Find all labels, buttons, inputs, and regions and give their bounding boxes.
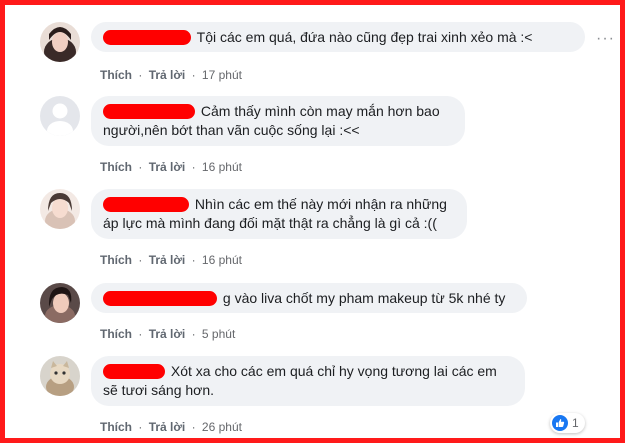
avatar[interactable] bbox=[40, 189, 80, 229]
like-link[interactable]: Thích bbox=[100, 68, 132, 82]
default-avatar-icon bbox=[40, 96, 80, 136]
timestamp[interactable]: 26 phút bbox=[202, 420, 242, 434]
avatar-photo-icon bbox=[40, 283, 80, 323]
like-link[interactable]: Thích bbox=[100, 253, 132, 267]
comment-text: Tội các em quá, đứa nào cũng đẹp trai xi… bbox=[196, 29, 533, 45]
redacted-name bbox=[103, 104, 195, 119]
redacted-name bbox=[103, 291, 217, 306]
comment-bubble: g vào liva chốt my pham makeup từ 5k nhé… bbox=[91, 283, 527, 313]
avatar[interactable] bbox=[40, 356, 80, 396]
comment-bubble: Nhìn các em thế này mới nhận ra những áp… bbox=[91, 189, 467, 239]
reply-link[interactable]: Trả lời bbox=[149, 253, 186, 267]
comment-actions: Thích · Trả lời · 17 phút bbox=[100, 67, 242, 83]
separator: · bbox=[191, 160, 196, 174]
separator: · bbox=[191, 420, 196, 434]
reply-link[interactable]: Trả lời bbox=[149, 327, 186, 341]
separator: · bbox=[138, 68, 143, 82]
reaction-count[interactable]: 1 bbox=[550, 413, 585, 433]
reaction-count-text: 1 bbox=[572, 416, 579, 430]
separator: · bbox=[138, 253, 143, 267]
comment-bubble: Tội các em quá, đứa nào cũng đẹp trai xi… bbox=[91, 22, 585, 52]
timestamp[interactable]: 17 phút bbox=[202, 68, 242, 82]
redacted-name bbox=[103, 197, 189, 212]
comment-bubble: Xót xa cho các em quá chỉ hy vọng tương … bbox=[91, 356, 525, 406]
avatar-photo-icon bbox=[40, 22, 80, 62]
redacted-name bbox=[103, 30, 191, 45]
like-link[interactable]: Thích bbox=[100, 420, 132, 434]
comment-actions: Thích · Trả lời · 26 phút bbox=[100, 419, 242, 435]
comment-bubble: Cảm thấy mình còn may mắn hơn bao người,… bbox=[91, 96, 465, 146]
separator: · bbox=[138, 420, 143, 434]
separator: · bbox=[191, 327, 196, 341]
reply-link[interactable]: Trả lời bbox=[149, 420, 186, 434]
separator: · bbox=[138, 160, 143, 174]
separator: · bbox=[191, 68, 196, 82]
more-options-icon[interactable]: ··· bbox=[596, 30, 615, 48]
timestamp[interactable]: 16 phút bbox=[202, 160, 242, 174]
reply-link[interactable]: Trả lời bbox=[149, 68, 186, 82]
reply-link[interactable]: Trả lời bbox=[149, 160, 186, 174]
comment-actions: Thích · Trả lời · 5 phút bbox=[100, 326, 235, 342]
like-link[interactable]: Thích bbox=[100, 160, 132, 174]
comment-actions: Thích · Trả lời · 16 phút bbox=[100, 159, 242, 175]
redacted-name bbox=[103, 364, 165, 379]
avatar[interactable] bbox=[40, 96, 80, 136]
avatar-photo-icon bbox=[40, 356, 80, 396]
like-link[interactable]: Thích bbox=[100, 327, 132, 341]
like-icon bbox=[552, 415, 568, 431]
timestamp[interactable]: 16 phút bbox=[202, 253, 242, 267]
avatar[interactable] bbox=[40, 283, 80, 323]
comment-thread-frame: Tội các em quá, đứa nào cũng đẹp trai xi… bbox=[0, 0, 625, 443]
separator: · bbox=[191, 253, 196, 267]
separator: · bbox=[138, 327, 143, 341]
timestamp[interactable]: 5 phút bbox=[202, 327, 235, 341]
comment-text: g vào liva chốt my pham makeup từ 5k nhé… bbox=[222, 290, 506, 306]
comment-actions: Thích · Trả lời · 16 phút bbox=[100, 252, 242, 268]
avatar[interactable] bbox=[40, 22, 80, 62]
avatar-photo-icon bbox=[40, 189, 80, 229]
